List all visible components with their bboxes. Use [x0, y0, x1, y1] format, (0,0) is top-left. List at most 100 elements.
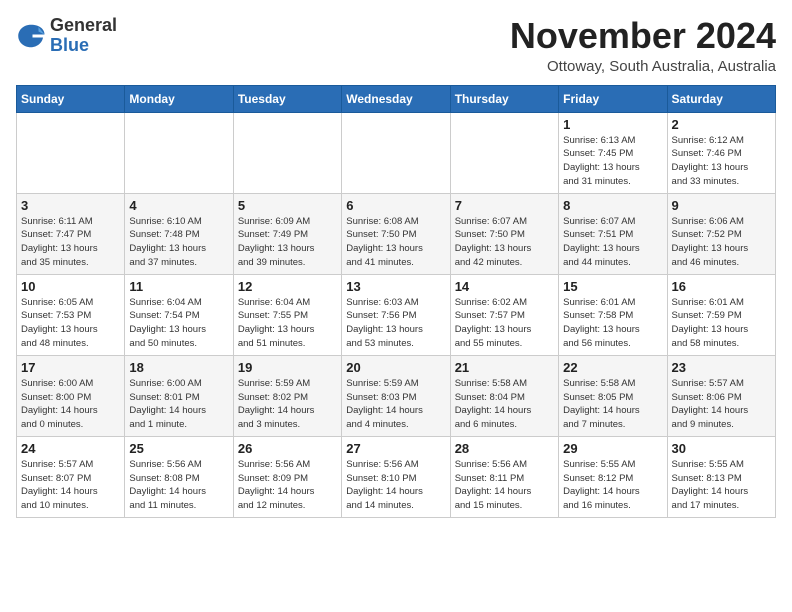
- week-row-4: 17 Sunrise: 6:00 AM Sunset: 8:00 PM Dayli…: [17, 355, 776, 436]
- day-number: 25: [129, 441, 228, 456]
- day-info: Sunrise: 6:13 AM Sunset: 7:45 PM Dayligh…: [563, 134, 662, 189]
- day-number: 21: [455, 360, 554, 375]
- calendar-cell: 12Sunrise: 6:04 AM Sunset: 7:55 PM Dayli…: [233, 274, 341, 355]
- day-number: 13: [346, 279, 445, 294]
- header-day-saturday: Saturday: [667, 85, 775, 112]
- calendar-cell: [450, 112, 558, 193]
- day-info: Sunrise: 6:07 AM Sunset: 7:51 PM Dayligh…: [563, 215, 662, 270]
- calendar-header: SundayMondayTuesdayWednesdayThursdayFrid…: [17, 85, 776, 112]
- calendar-cell: [233, 112, 341, 193]
- day-info: Sunrise: 5:55 AM Sunset: 8:12 PM Dayligh…: [563, 458, 662, 513]
- day-info: Sunrise: 6:06 AM Sunset: 7:52 PM Dayligh…: [672, 215, 771, 270]
- location: Ottoway, South Australia, Australia: [510, 58, 776, 75]
- day-number: 28: [455, 441, 554, 456]
- header-day-tuesday: Tuesday: [233, 85, 341, 112]
- header-day-sunday: Sunday: [17, 85, 125, 112]
- day-info: Sunrise: 6:05 AM Sunset: 7:53 PM Dayligh…: [21, 296, 120, 351]
- calendar-cell: 17 Sunrise: 6:00 AM Sunset: 8:00 PM Dayli…: [17, 355, 125, 436]
- calendar-cell: [17, 112, 125, 193]
- day-info: Sunrise: 6:04 AM Sunset: 7:55 PM Dayligh…: [238, 296, 337, 351]
- day-number: 7: [455, 198, 554, 213]
- day-number: 9: [672, 198, 771, 213]
- day-info: Sunrise: 5:56 AM Sunset: 8:11 PM Dayligh…: [455, 458, 554, 513]
- calendar-table: SundayMondayTuesdayWednesdayThursdayFrid…: [16, 85, 776, 518]
- calendar-cell: 6Sunrise: 6:08 AM Sunset: 7:50 PM Daylig…: [342, 193, 450, 274]
- calendar-cell: 30 Sunrise: 5:55 AM Sunset: 8:13 PM Dayli…: [667, 436, 775, 517]
- day-info: Sunrise: 5:57 AM Sunset: 8:07 PM Dayligh…: [21, 458, 120, 513]
- calendar-cell: 15 Sunrise: 6:01 AM Sunset: 7:58 PM Dayli…: [559, 274, 667, 355]
- calendar-cell: 2Sunrise: 6:12 AM Sunset: 7:46 PM Daylig…: [667, 112, 775, 193]
- day-number: 10: [21, 279, 120, 294]
- day-number: 29: [563, 441, 662, 456]
- day-info: Sunrise: 5:58 AM Sunset: 8:04 PM Dayligh…: [455, 377, 554, 432]
- day-number: 4: [129, 198, 228, 213]
- logo-text: General Blue: [50, 16, 117, 56]
- day-info: Sunrise: 6:04 AM Sunset: 7:54 PM Dayligh…: [129, 296, 228, 351]
- day-info: Sunrise: 6:10 AM Sunset: 7:48 PM Dayligh…: [129, 215, 228, 270]
- header-day-wednesday: Wednesday: [342, 85, 450, 112]
- calendar-cell: 27 Sunrise: 5:56 AM Sunset: 8:10 PM Dayli…: [342, 436, 450, 517]
- calendar-cell: 4 Sunrise: 6:10 AM Sunset: 7:48 PM Daylig…: [125, 193, 233, 274]
- day-number: 15: [563, 279, 662, 294]
- day-info: Sunrise: 6:02 AM Sunset: 7:57 PM Dayligh…: [455, 296, 554, 351]
- day-info: Sunrise: 5:55 AM Sunset: 8:13 PM Dayligh…: [672, 458, 771, 513]
- calendar-cell: 8 Sunrise: 6:07 AM Sunset: 7:51 PM Daylig…: [559, 193, 667, 274]
- calendar-cell: 14 Sunrise: 6:02 AM Sunset: 7:57 PM Dayli…: [450, 274, 558, 355]
- calendar-cell: 22Sunrise: 5:58 AM Sunset: 8:05 PM Dayli…: [559, 355, 667, 436]
- calendar-cell: 19 Sunrise: 5:59 AM Sunset: 8:02 PM Dayli…: [233, 355, 341, 436]
- day-info: Sunrise: 5:57 AM Sunset: 8:06 PM Dayligh…: [672, 377, 771, 432]
- day-number: 18: [129, 360, 228, 375]
- calendar-cell: 28 Sunrise: 5:56 AM Sunset: 8:11 PM Dayli…: [450, 436, 558, 517]
- calendar-cell: [342, 112, 450, 193]
- day-number: 27: [346, 441, 445, 456]
- calendar-cell: 3 Sunrise: 6:11 AM Sunset: 7:47 PM Daylig…: [17, 193, 125, 274]
- day-info: Sunrise: 6:00 AM Sunset: 8:00 PM Dayligh…: [21, 377, 120, 432]
- page-header: General Blue November 2024 Ottoway, Sout…: [16, 16, 776, 75]
- day-info: Sunrise: 6:03 AM Sunset: 7:56 PM Dayligh…: [346, 296, 445, 351]
- day-info: Sunrise: 5:56 AM Sunset: 8:09 PM Dayligh…: [238, 458, 337, 513]
- day-info: Sunrise: 5:59 AM Sunset: 8:02 PM Dayligh…: [238, 377, 337, 432]
- week-row-5: 24 Sunrise: 5:57 AM Sunset: 8:07 PM Dayli…: [17, 436, 776, 517]
- day-info: Sunrise: 5:56 AM Sunset: 8:08 PM Dayligh…: [129, 458, 228, 513]
- calendar-cell: 13 Sunrise: 6:03 AM Sunset: 7:56 PM Dayli…: [342, 274, 450, 355]
- day-info: Sunrise: 6:12 AM Sunset: 7:46 PM Dayligh…: [672, 134, 771, 189]
- day-info: Sunrise: 6:01 AM Sunset: 7:59 PM Dayligh…: [672, 296, 771, 351]
- day-number: 16: [672, 279, 771, 294]
- day-number: 14: [455, 279, 554, 294]
- calendar-cell: 1Sunrise: 6:13 AM Sunset: 7:45 PM Daylig…: [559, 112, 667, 193]
- calendar-cell: 7Sunrise: 6:07 AM Sunset: 7:50 PM Daylig…: [450, 193, 558, 274]
- day-number: 3: [21, 198, 120, 213]
- calendar-cell: 9 Sunrise: 6:06 AM Sunset: 7:52 PM Daylig…: [667, 193, 775, 274]
- calendar-cell: 26 Sunrise: 5:56 AM Sunset: 8:09 PM Dayli…: [233, 436, 341, 517]
- day-info: Sunrise: 5:56 AM Sunset: 8:10 PM Dayligh…: [346, 458, 445, 513]
- day-number: 23: [672, 360, 771, 375]
- calendar-cell: 5Sunrise: 6:09 AM Sunset: 7:49 PM Daylig…: [233, 193, 341, 274]
- calendar-cell: 11Sunrise: 6:04 AM Sunset: 7:54 PM Dayli…: [125, 274, 233, 355]
- logo-icon: [16, 21, 46, 51]
- week-row-1: 1Sunrise: 6:13 AM Sunset: 7:45 PM Daylig…: [17, 112, 776, 193]
- day-info: Sunrise: 5:59 AM Sunset: 8:03 PM Dayligh…: [346, 377, 445, 432]
- day-info: Sunrise: 6:01 AM Sunset: 7:58 PM Dayligh…: [563, 296, 662, 351]
- day-number: 20: [346, 360, 445, 375]
- day-number: 26: [238, 441, 337, 456]
- calendar-cell: 29 Sunrise: 5:55 AM Sunset: 8:12 PM Dayli…: [559, 436, 667, 517]
- week-row-2: 3 Sunrise: 6:11 AM Sunset: 7:47 PM Daylig…: [17, 193, 776, 274]
- day-info: Sunrise: 6:11 AM Sunset: 7:47 PM Dayligh…: [21, 215, 120, 270]
- calendar-cell: 16 Sunrise: 6:01 AM Sunset: 7:59 PM Dayli…: [667, 274, 775, 355]
- day-number: 8: [563, 198, 662, 213]
- calendar-body: 1Sunrise: 6:13 AM Sunset: 7:45 PM Daylig…: [17, 112, 776, 517]
- day-number: 22: [563, 360, 662, 375]
- day-info: Sunrise: 6:00 AM Sunset: 8:01 PM Dayligh…: [129, 377, 228, 432]
- day-number: 30: [672, 441, 771, 456]
- week-row-3: 10 Sunrise: 6:05 AM Sunset: 7:53 PM Dayli…: [17, 274, 776, 355]
- day-number: 24: [21, 441, 120, 456]
- calendar-cell: 10 Sunrise: 6:05 AM Sunset: 7:53 PM Dayli…: [17, 274, 125, 355]
- day-number: 19: [238, 360, 337, 375]
- calendar-cell: 21 Sunrise: 5:58 AM Sunset: 8:04 PM Dayli…: [450, 355, 558, 436]
- day-number: 17: [21, 360, 120, 375]
- month-title: November 2024: [510, 16, 776, 56]
- header-day-friday: Friday: [559, 85, 667, 112]
- calendar-cell: 18 Sunrise: 6:00 AM Sunset: 8:01 PM Dayli…: [125, 355, 233, 436]
- day-info: Sunrise: 6:08 AM Sunset: 7:50 PM Dayligh…: [346, 215, 445, 270]
- day-info: Sunrise: 6:09 AM Sunset: 7:49 PM Dayligh…: [238, 215, 337, 270]
